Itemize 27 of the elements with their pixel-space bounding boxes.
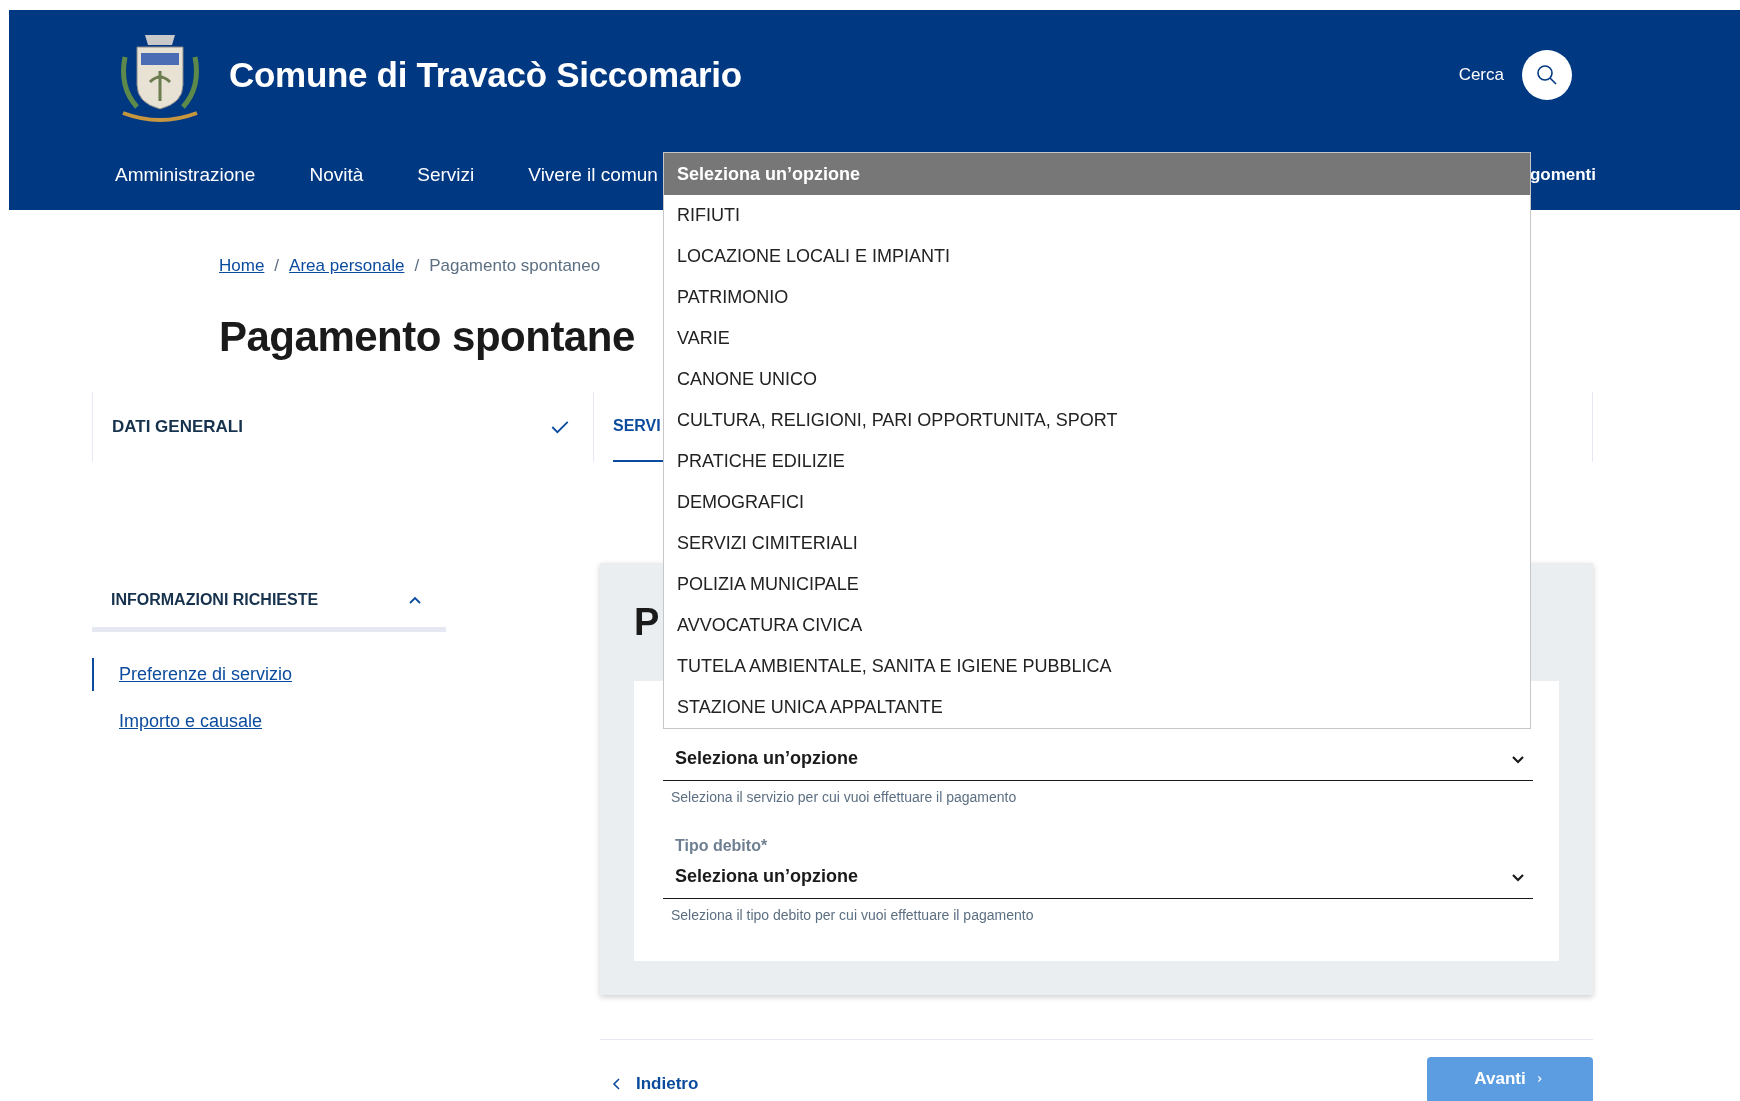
- breadcrumb-separator: /: [274, 256, 280, 276]
- search-icon: [1536, 64, 1558, 86]
- nav-link[interactable]: Novità: [309, 164, 364, 186]
- breadcrumb-link[interactable]: Home: [219, 256, 265, 276]
- sidebar-section-toggle[interactable]: INFORMAZIONI RICHIESTE: [92, 583, 446, 632]
- breadcrumb-link[interactable]: Area personale: [289, 256, 405, 276]
- nav-link[interactable]: Vivere il comun: [528, 164, 658, 186]
- sidebar-link[interactable]: Preferenze di servizio: [92, 658, 293, 691]
- step-label: DATI GENERALI: [112, 417, 244, 437]
- page-title: Pagamento spontane: [219, 312, 635, 362]
- current-page-label: Pagamento spontaneo: [429, 256, 601, 276]
- search-button[interactable]: [1522, 50, 1572, 100]
- nav-link[interactable]: gomenti: [1529, 165, 1596, 185]
- dropdown-option[interactable]: Seleziona un’opzione: [664, 153, 1530, 195]
- nav-link[interactable]: Amministrazione: [115, 164, 256, 186]
- field-label: Tipo debito*: [674, 837, 769, 855]
- search-label: Cerca: [1458, 65, 1504, 85]
- sidebar-link[interactable]: Importo e causale: [92, 705, 263, 738]
- breadcrumb-separator: /: [414, 256, 420, 276]
- select-field[interactable]: Seleziona un’opzione: [663, 855, 1533, 899]
- nav-link[interactable]: Servizi: [417, 164, 475, 186]
- field-hint: Seleziona il tipo debito per cui vuoi effettuare il pagamento: [670, 907, 1035, 923]
- back-button[interactable]: Indietro: [600, 1057, 709, 1101]
- site-title[interactable]: Comune di Travacò Siccomario: [229, 55, 742, 95]
- select-field[interactable]: Seleziona un’opzione: [663, 737, 1533, 781]
- field-hint: Seleziona il servizio per cui vuoi effettuare il pagamento: [670, 789, 1018, 805]
- card-heading: P: [634, 600, 660, 645]
